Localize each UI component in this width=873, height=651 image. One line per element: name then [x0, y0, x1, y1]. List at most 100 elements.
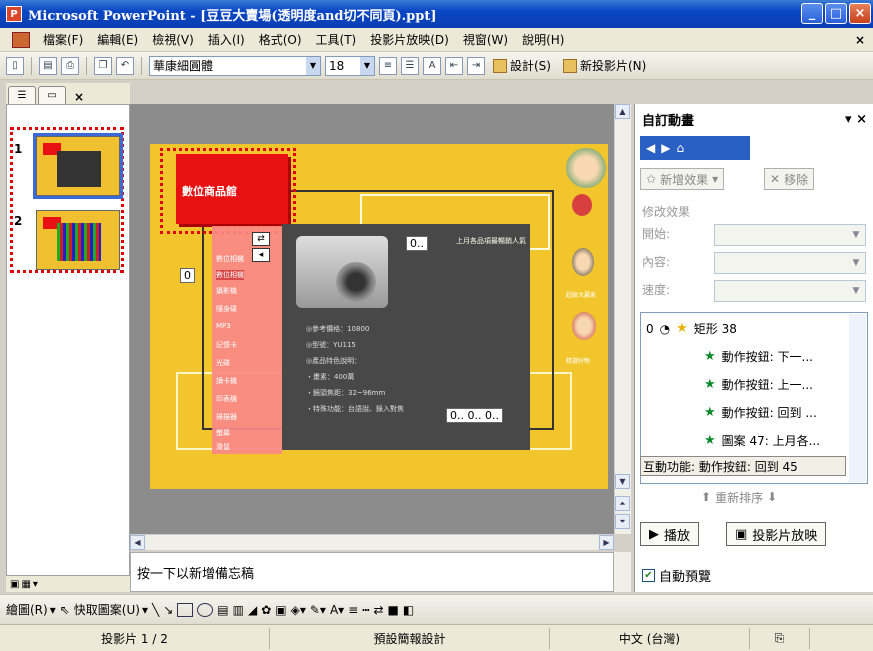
3d-icon[interactable]: ◧ — [403, 603, 414, 617]
category-item[interactable]: 掃描器 — [216, 412, 237, 422]
slide-thumbnail-1[interactable] — [33, 133, 123, 199]
copy-icon[interactable]: ❐ — [94, 56, 112, 75]
font-size-select[interactable]: 18 ▼ — [325, 55, 375, 76]
design-button[interactable]: 設計(S) — [489, 57, 555, 74]
line-style-icon[interactable]: ≡ — [348, 603, 358, 617]
property-select[interactable]: ▼ — [714, 252, 866, 274]
scroll-down-icon[interactable]: ▼ — [615, 474, 630, 489]
select-icon[interactable]: ⇖ — [60, 603, 70, 617]
category-item[interactable]: MP3 — [216, 322, 231, 330]
close-icon[interactable]: × — [74, 90, 84, 104]
outdent-icon[interactable]: ⇥ — [467, 56, 485, 75]
move-up-icon[interactable]: ⬆ — [701, 490, 711, 504]
menu-slideshow[interactable]: 投影片放映(D) — [363, 31, 456, 48]
indent-icon[interactable]: ⇤ — [445, 56, 463, 75]
chevron-down-icon[interactable]: ▼ — [360, 56, 374, 75]
animation-item[interactable]: ★ 圖案 47: 上月各... — [704, 432, 820, 449]
menu-insert[interactable]: 插入(I) — [201, 31, 252, 48]
notes-pane[interactable]: 按一下以新增備忘稿 — [130, 552, 614, 592]
menu-edit[interactable]: 編輯(E) — [90, 31, 145, 48]
slideshow-button[interactable]: ▣ 投影片放映 — [726, 522, 827, 546]
maximize-button[interactable]: □ — [825, 3, 847, 24]
category-item[interactable]: 記憶卡 — [216, 340, 237, 350]
animation-item[interactable]: ★ 動作按鈕: 回到 ... — [704, 404, 817, 421]
animation-item[interactable]: ★ 動作按鈕: 上一... — [704, 376, 813, 393]
category-item[interactable]: 螢幕 — [216, 428, 230, 438]
check-icon[interactable]: ✔ — [642, 569, 655, 582]
category-item[interactable]: 攝影機 — [216, 286, 237, 296]
category-item[interactable]: 隨身碟 — [216, 304, 237, 314]
dash-style-icon[interactable]: ┅ — [362, 603, 369, 617]
menu-file[interactable]: 檔案(F) — [36, 31, 90, 48]
wordart-icon[interactable]: ▥ — [233, 603, 244, 617]
menu-tools[interactable]: 工具(T) — [309, 31, 364, 48]
font-color-icon[interactable]: A▾ — [330, 603, 344, 617]
print-icon[interactable]: ⎙ — [61, 56, 79, 75]
category-item[interactable]: 數位相機 — [216, 254, 244, 264]
rectangle-icon[interactable] — [177, 602, 194, 617]
arrow-icon[interactable]: ↘ — [163, 603, 173, 617]
menu-view[interactable]: 檢視(V) — [145, 31, 201, 48]
notes-scrollbar[interactable] — [614, 552, 631, 592]
back-icon[interactable]: ◀ — [646, 141, 655, 155]
new-file-icon[interactable]: ▯ — [6, 56, 24, 75]
sorter-view-icon[interactable]: ▦ — [21, 579, 30, 590]
fill-color-icon[interactable]: ◈▾ — [291, 603, 306, 617]
add-effect-button[interactable]: ✩ 新增效果 ▾ — [640, 168, 725, 190]
tab-slides[interactable]: ▭ — [38, 86, 66, 104]
action-button-icon[interactable]: ⇄ — [252, 232, 270, 246]
move-down-icon[interactable]: ⬇ — [767, 490, 777, 504]
forward-icon[interactable]: ▶ — [661, 141, 670, 155]
animation-item[interactable]: 0 ◔ ★ 矩形 38 — [646, 320, 737, 337]
picture-icon[interactable]: ▣ — [275, 603, 286, 617]
menu-format[interactable]: 格式(O) — [252, 31, 309, 48]
start-select[interactable]: ▼ — [714, 224, 866, 246]
bullet-list-icon[interactable]: ☰ — [401, 56, 419, 75]
scroll-left-icon[interactable]: ◀ — [130, 535, 145, 550]
list-scrollbar[interactable] — [849, 314, 866, 482]
close-button[interactable]: × — [849, 3, 871, 24]
numbered-list-icon[interactable]: ≡ — [379, 56, 397, 75]
prev-slide-icon[interactable]: ⏶ — [615, 496, 630, 511]
diagram-icon[interactable]: ◢ — [248, 603, 257, 617]
animation-item[interactable]: ★ 動作按鈕: 下一... — [704, 348, 813, 365]
category-item[interactable]: 數位相機 — [216, 270, 244, 280]
next-slide-icon[interactable]: ⏷ — [615, 514, 630, 529]
remove-button[interactable]: ✕ 移除 — [764, 168, 815, 190]
minimize-button[interactable]: _ — [801, 3, 823, 24]
line-icon[interactable]: ╲ — [152, 603, 159, 617]
category-item[interactable]: 光碟 — [216, 358, 230, 368]
home-icon[interactable]: ⌂ — [676, 141, 684, 155]
close-document-icon[interactable]: × — [855, 33, 865, 47]
textbox-icon[interactable]: ▤ — [217, 603, 228, 617]
vertical-scrollbar[interactable]: ▲ ▼ ⏶ ⏷ — [614, 104, 631, 534]
speed-select[interactable]: ▼ — [714, 280, 866, 302]
horizontal-scrollbar[interactable]: ◀ ▶ — [130, 534, 614, 550]
category-item[interactable]: 滑鼠 — [216, 442, 230, 452]
scroll-right-icon[interactable]: ▶ — [599, 535, 614, 550]
scroll-up-icon[interactable]: ▲ — [615, 104, 630, 119]
shadow-icon[interactable]: ■ — [388, 603, 399, 617]
document-icon[interactable] — [12, 31, 30, 48]
oval-icon[interactable] — [197, 602, 214, 617]
chevron-down-icon[interactable]: ▼ — [306, 56, 320, 75]
clipart-icon[interactable]: ✿ — [261, 603, 271, 617]
menu-help[interactable]: 說明(H) — [515, 31, 571, 48]
line-color-icon[interactable]: ✎▾ — [310, 603, 326, 617]
font-name-select[interactable]: 華康細圓體 ▼ — [149, 55, 321, 76]
category-item[interactable]: 讀卡機 — [216, 376, 237, 386]
autoshapes-menu[interactable]: 快取圖案(U) ▾ — [74, 601, 148, 618]
action-button-icon[interactable]: ◂ — [252, 248, 270, 262]
auto-preview-checkbox[interactable]: ✔ 自動預覽 — [642, 566, 711, 585]
font-grow-icon[interactable]: A — [423, 56, 441, 75]
play-button[interactable]: ▶ 播放 — [640, 522, 700, 546]
menu-window[interactable]: 視窗(W) — [456, 31, 515, 48]
open-file-icon[interactable]: ▤ — [39, 56, 57, 75]
tab-outline[interactable]: ☰ — [8, 86, 36, 104]
powerpoint-icon[interactable]: P — [6, 6, 22, 22]
category-item[interactable]: 印表機 — [216, 394, 237, 404]
close-icon[interactable]: ▾ × — [845, 112, 867, 127]
slideshow-view-icon[interactable]: ▾ — [33, 579, 38, 590]
slide-thumbnail-2[interactable] — [36, 210, 120, 270]
undo-icon[interactable]: ↶ — [116, 56, 134, 75]
